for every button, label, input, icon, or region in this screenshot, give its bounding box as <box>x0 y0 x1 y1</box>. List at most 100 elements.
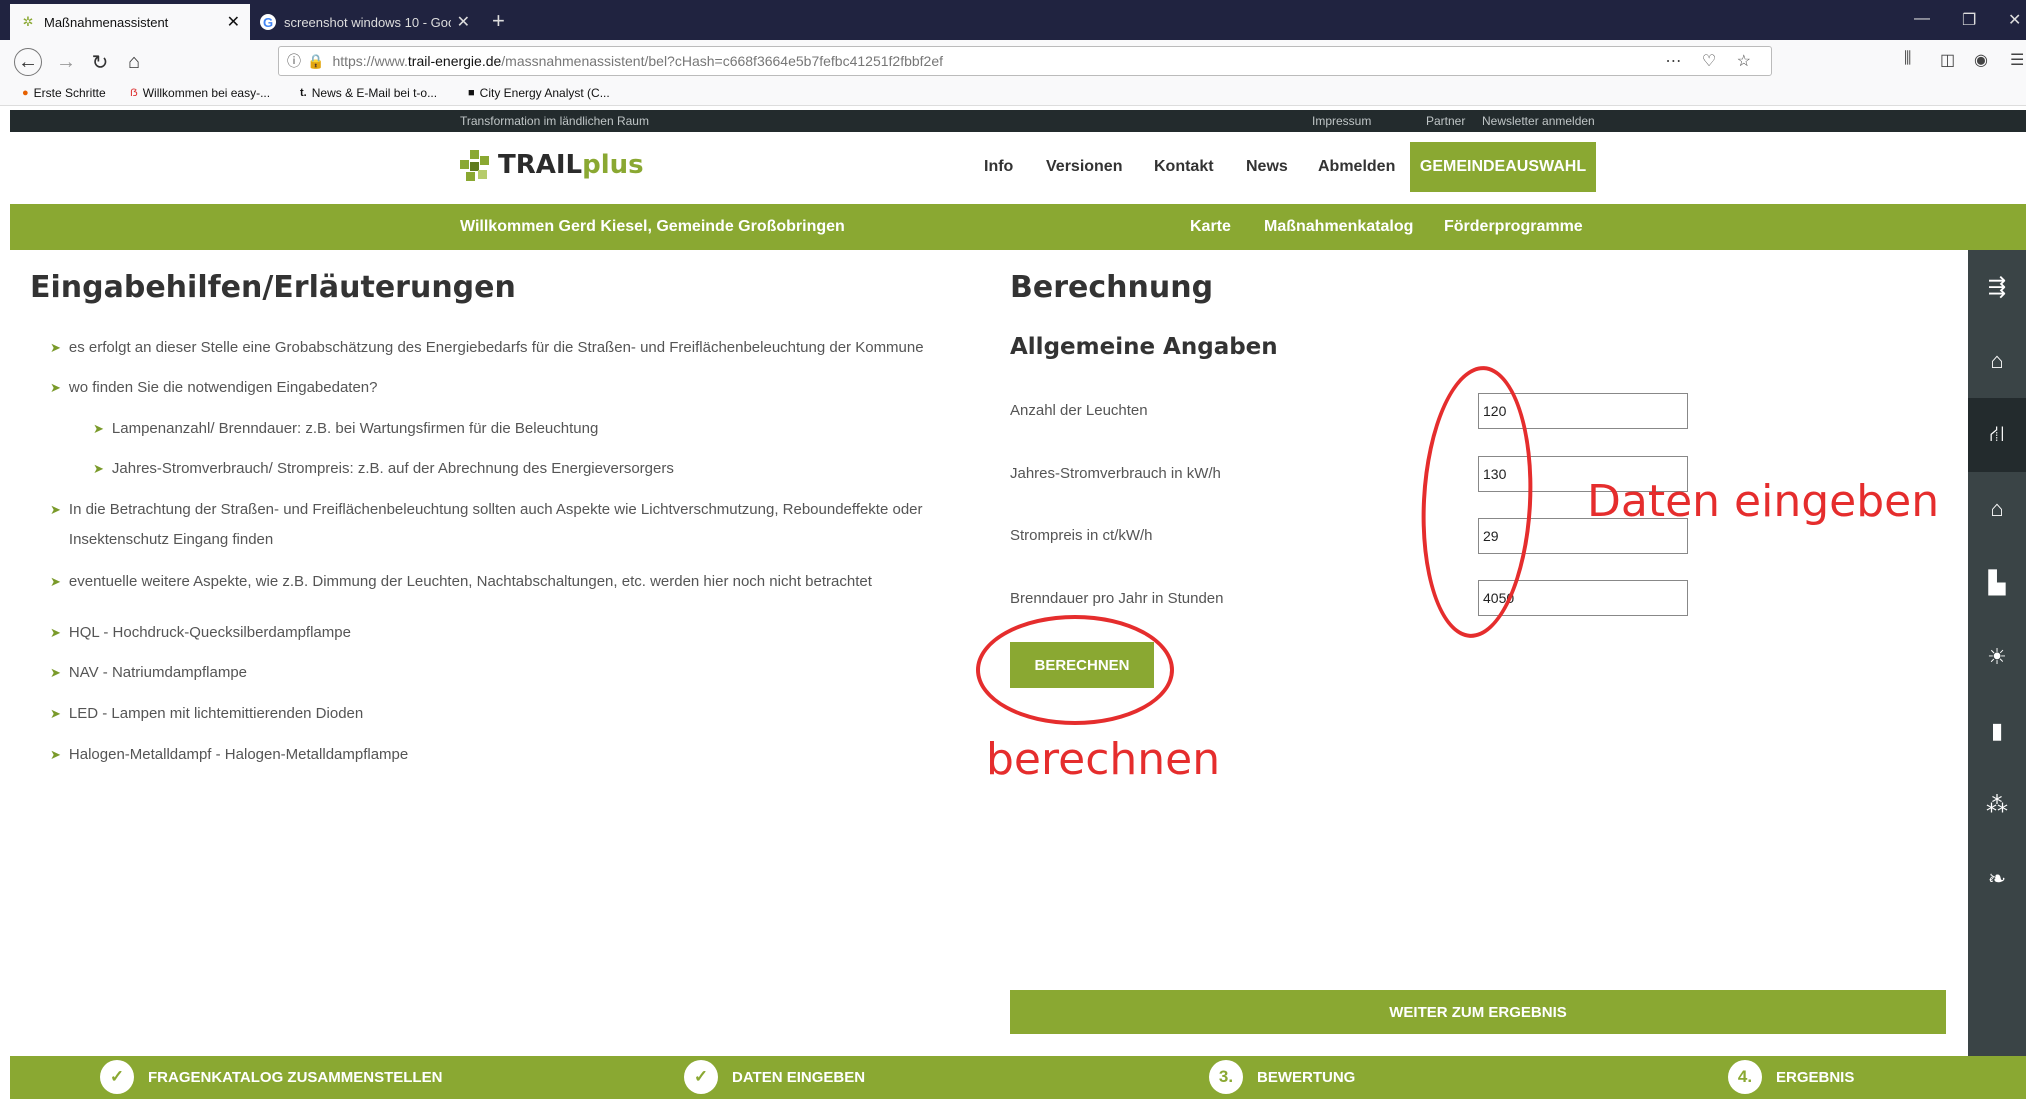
help-title: Eingabehilfen/Erläuterungen <box>30 270 516 305</box>
arrow-icon: ➤ <box>50 574 61 589</box>
url-prefix: https://www. <box>332 53 408 69</box>
category-sidebar: ⇶ ⌂ ⛙ ⌂ ▙ ☀ ▮ ⁂ ❧ <box>1968 250 2026 1056</box>
logo-plus: plus <box>582 150 644 180</box>
list-item-text: es erfolgt an dieser Stelle eine Grobabs… <box>68 339 924 356</box>
back-icon[interactable]: ← <box>14 48 42 76</box>
list-item: ➤ Lampenanzahl/ Brenndauer: z.B. bei Wart… <box>93 414 1013 444</box>
calculation-title: Berechnung <box>1010 270 1214 305</box>
tagline: Transformation im ländlichen Raum <box>460 114 649 128</box>
list-item: ➤ NAV - Natriumdampflampe <box>50 658 970 688</box>
forward-icon[interactable]: → <box>52 48 80 76</box>
list-item: ➤ HQL - Hochdruck-Quecksilberdampflampe <box>50 618 970 648</box>
bookmark-label: Erste Schritte <box>33 86 106 100</box>
nav-gemeindeauswahl[interactable]: GEMEINDEAUSWAHL <box>1410 142 1596 192</box>
leaf-icon[interactable]: ❧ <box>1968 842 2026 916</box>
page-actions-icon[interactable]: ⋯ ♡ ☆ <box>1665 51 1759 71</box>
list-item-text: wo finden Sie die notwendigen Eingabedat… <box>68 379 378 396</box>
arrow-icon: ➤ <box>50 502 61 517</box>
restore-icon[interactable]: ❐ <box>1962 10 1976 30</box>
check-icon: ✓ <box>100 1060 134 1094</box>
menu-icon[interactable]: ☰ <box>2010 50 2024 70</box>
list-item: ➤ eventuelle weitere Aspekte, wie z.B. Di… <box>50 567 970 597</box>
sidebar-toggle-icon[interactable]: ◫ <box>1940 50 1955 70</box>
nav-info[interactable]: Info <box>984 158 1013 176</box>
nav-news[interactable]: News <box>1246 158 1288 176</box>
list-item: ➤ es erfolgt an dieser Stelle eine Grobab… <box>50 333 970 363</box>
house-icon[interactable]: ⌂ <box>1968 472 2026 546</box>
tab-title: Maßnahmenassistent <box>44 14 169 30</box>
button-highlight-ellipse <box>976 615 1174 725</box>
list-item-text: Halogen-Metalldampf - Halogen-Metalldamp… <box>68 746 409 763</box>
step-number: 4. <box>1728 1060 1762 1094</box>
site-header: TRAIL plus Info Versionen Kontakt News Ab… <box>10 132 2026 204</box>
browser-tab-bar: ✲ Maßnahmenassistent ✕ G screenshot wind… <box>0 0 2026 40</box>
arrow-icon: ➤ <box>50 625 61 640</box>
subnav-foerderprogramme[interactable]: Förderprogramme <box>1444 218 1583 236</box>
bookmark-erste-schritte[interactable]: ● Erste Schritte <box>22 86 106 100</box>
general-info-subtitle: Allgemeine Angaben <box>1010 334 1278 360</box>
close-tab-icon[interactable]: ✕ <box>457 12 470 32</box>
weiter-zum-ergebnis-button[interactable]: WEITER ZUM ERGEBNIS <box>1010 990 1946 1034</box>
reload-icon[interactable]: ↻ <box>86 48 114 76</box>
new-tab-icon[interactable]: + <box>492 8 505 34</box>
arrow-icon: ➤ <box>50 340 61 355</box>
list-item: ➤ wo finden Sie die notwendigen Eingabeda… <box>50 373 970 403</box>
factory-icon[interactable]: ▙ <box>1968 546 2026 620</box>
url-host: trail-energie.de <box>407 53 502 69</box>
label-anzahl-leuchten: Anzahl der Leuchten <box>1010 402 1148 419</box>
road-icon[interactable]: ⛙ <box>1968 398 2026 472</box>
home-icon[interactable]: ⌂ <box>120 48 148 76</box>
browser-nav-bar: ← → ↻ ⌂ ⓘ 🔒 https://www. trail-energie.d… <box>0 40 2026 82</box>
arrow-icon: ➤ <box>50 380 61 395</box>
lock-icon: 🔒 <box>307 52 325 69</box>
step-ergebnis[interactable]: 4. ERGEBNIS <box>1728 1060 1854 1094</box>
tab-massnahmenassistent[interactable]: ✲ Maßnahmenassistent ✕ <box>10 4 250 40</box>
signpost-icon[interactable]: ⇶ <box>1968 250 2026 324</box>
url-bar[interactable]: ⓘ 🔒 https://www. trail-energie.de /massn… <box>278 46 1772 76</box>
step-label: FRAGENKATALOG ZUSAMMENSTELLEN <box>148 1068 443 1086</box>
minimize-icon[interactable]: — <box>1914 10 1930 28</box>
step-daten-eingeben[interactable]: ✓ DATEN EINGEBEN <box>684 1060 865 1094</box>
bookmark-easy[interactable]: ẞ Willkommen bei easy-... <box>130 86 270 100</box>
subnav-karte[interactable]: Karte <box>1190 218 1231 236</box>
bookmark-label: News & E-Mail bei t-o... <box>311 86 438 100</box>
list-item: ➤ Jahres-Stromverbrauch/ Strompreis: z.B.… <box>93 454 1013 484</box>
arrow-icon: ➤ <box>50 747 61 762</box>
battery-icon[interactable]: ▮ <box>1968 694 2026 768</box>
step-bewertung[interactable]: 3. BEWERTUNG <box>1209 1060 1355 1094</box>
easy-icon: ẞ <box>130 87 138 99</box>
link-impressum[interactable]: Impressum <box>1312 114 1371 128</box>
tab-google-search[interactable]: G screenshot windows 10 - Goog ✕ <box>250 4 480 40</box>
bookmark-label: City Energy Analyst (C... <box>479 86 610 100</box>
trailplus-logo[interactable]: TRAIL plus <box>460 148 644 182</box>
nav-kontakt[interactable]: Kontakt <box>1154 158 1214 176</box>
close-tab-icon[interactable]: ✕ <box>227 12 240 32</box>
google-icon: G <box>260 14 276 30</box>
nav-abmelden[interactable]: Abmelden <box>1318 158 1395 176</box>
welcome-text: Willkommen Gerd Kiesel, Gemeinde Großobr… <box>460 218 845 235</box>
subnav-massnahmenkatalog[interactable]: Maßnahmenkatalog <box>1264 218 1413 236</box>
list-item-text: Jahres-Stromverbrauch/ Strompreis: z.B. … <box>111 460 674 477</box>
solar-panel-icon[interactable]: ⁂ <box>1968 768 2026 842</box>
link-partner[interactable]: Partner <box>1426 114 1465 128</box>
annotation-daten-eingeben: Daten eingeben <box>1587 476 1940 527</box>
building-icon[interactable]: ⌂ <box>1968 324 2026 398</box>
bookmark-city-energy[interactable]: ■ City Energy Analyst (C... <box>468 86 610 100</box>
logo-mark-icon <box>460 148 494 182</box>
arrow-icon: ➤ <box>93 421 104 436</box>
label-brenndauer: Brenndauer pro Jahr in Stunden <box>1010 590 1224 607</box>
info-icon[interactable]: ⓘ <box>287 51 301 71</box>
list-item-text: LED - Lampen mit lichtemittierenden Diod… <box>68 705 364 722</box>
bookmark-t-online[interactable]: t. News & E-Mail bei t-o... <box>300 86 437 100</box>
close-window-icon[interactable]: ✕ <box>2008 10 2021 30</box>
list-item: ➤ Halogen-Metalldampf - Halogen-Metalldam… <box>50 740 970 770</box>
link-newsletter[interactable]: Newsletter anmelden <box>1482 114 1595 128</box>
step-fragenkatalog[interactable]: ✓ FRAGENKATALOG ZUSAMMENSTELLEN <box>100 1060 442 1094</box>
lightbulb-icon[interactable]: ☀ <box>1968 620 2026 694</box>
account-icon[interactable]: ◉ <box>1974 50 1988 70</box>
list-item: ➤ LED - Lampen mit lichtemittierenden Dio… <box>50 699 970 729</box>
library-icon[interactable]: ⫼ <box>1904 50 1911 68</box>
list-item-text: Lampenanzahl/ Brenndauer: z.B. bei Wartu… <box>111 420 599 437</box>
nav-versionen[interactable]: Versionen <box>1046 158 1122 176</box>
check-icon: ✓ <box>684 1060 718 1094</box>
